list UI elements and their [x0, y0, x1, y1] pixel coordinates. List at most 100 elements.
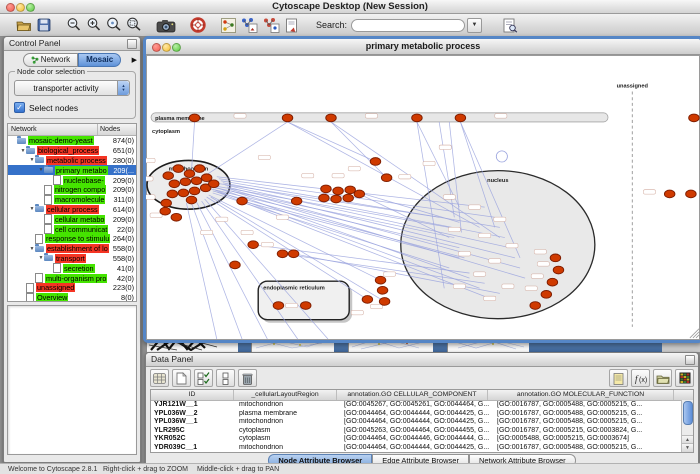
table-cell[interactable]: plasma membrane — [236, 410, 341, 419]
tree-row[interactable]: nitrogen compo209(0) — [8, 185, 136, 195]
graph-node[interactable] — [163, 172, 174, 180]
graph-node[interactable] — [331, 195, 342, 203]
annotation-nodes-alt-icon[interactable] — [260, 16, 282, 34]
network-window-title-bar[interactable]: primary metabolic process — [146, 39, 700, 55]
graph-node[interactable] — [412, 114, 423, 122]
graph-node[interactable] — [379, 298, 390, 306]
graph-node[interactable] — [178, 189, 189, 197]
table-row[interactable]: YJR121W__1mitochondrion[GO:0045267, GO:0… — [151, 401, 693, 410]
tree-row[interactable]: secretion41(0) — [8, 263, 136, 273]
table-cell[interactable]: [GO:0016787, GO:0005488, GO:0005215, G..… — [494, 418, 682, 427]
graph-node[interactable] — [530, 302, 541, 310]
graph-node[interactable] — [664, 190, 675, 198]
zoom-in-icon[interactable] — [84, 16, 104, 34]
birds-eye-view-panel[interactable] — [7, 305, 137, 455]
table-cell[interactable]: YPL036W__1 — [151, 418, 236, 427]
table-cell[interactable]: [GO:0016787, GO:0005488, GO:0005215, G..… — [494, 410, 682, 419]
function-builder-icon[interactable]: f(x) — [631, 369, 650, 387]
table-cell[interactable]: [GO:0005488, GO:0005215, GO:0003674] — [494, 435, 682, 444]
tree-row[interactable]: ▼cellular process614(0) — [8, 205, 136, 215]
unselect-attributes-icon[interactable] — [216, 369, 235, 387]
table-column-header[interactable]: annotation.GO MOLECULAR_FUNCTION — [488, 390, 674, 400]
control-panel-title-bar[interactable]: Control Panel — [4, 37, 140, 51]
table-cell[interactable]: YJR121W__1 — [151, 401, 236, 410]
annotation-nodes-icon[interactable] — [238, 16, 260, 34]
scroll-down-icon[interactable]: ▼ — [682, 443, 693, 452]
search-input[interactable] — [351, 19, 465, 32]
tree-header[interactable]: Network Nodes — [8, 124, 136, 136]
graph-node[interactable] — [288, 250, 299, 258]
zoom-out-icon[interactable] — [64, 16, 84, 34]
notepad-icon[interactable] — [609, 369, 628, 387]
graph-node[interactable] — [237, 197, 248, 205]
table-cell[interactable]: mitochondrion — [236, 444, 341, 453]
table-cell[interactable]: [GO:0016787, GO:0005215, GO:0003824, G..… — [494, 427, 682, 436]
scrollbar-thumb[interactable] — [683, 401, 693, 425]
table-row[interactable]: YKR052Ccytoplasm[GO:0044464, GO:0044446,… — [151, 435, 693, 444]
table-row[interactable]: YPL036W__2plasma membrane[GO:0044464, GO… — [151, 410, 693, 419]
graph-node[interactable] — [160, 207, 171, 215]
node-color-dropdown[interactable]: transporter activity ▲▼ — [14, 80, 130, 96]
tree-row[interactable]: ▼biological_process651(0) — [8, 146, 136, 156]
snapshot-icon[interactable] — [154, 16, 178, 34]
table-cell[interactable]: YKR052C — [151, 435, 236, 444]
tree-row[interactable]: unassigned223(0) — [8, 283, 136, 293]
graph-node[interactable] — [171, 213, 182, 221]
tree-col-network[interactable]: Network — [8, 124, 98, 135]
table-cell[interactable]: mitochondrion — [236, 418, 341, 427]
graph-node[interactable] — [326, 114, 337, 122]
attribute-matrix-icon[interactable] — [675, 369, 694, 387]
graph-node[interactable] — [686, 190, 697, 198]
tab-mosaic[interactable]: Mosaic — [78, 53, 121, 67]
graph-node[interactable] — [248, 241, 259, 249]
graph-node[interactable] — [689, 114, 700, 122]
import-attributes-icon[interactable] — [653, 369, 672, 387]
tree-col-nodes[interactable]: Nodes — [98, 124, 136, 135]
graph-node[interactable] — [333, 187, 344, 195]
table-cell[interactable]: YLR295C — [151, 427, 236, 436]
delete-attribute-icon[interactable] — [238, 369, 257, 387]
graph-node[interactable] — [547, 278, 558, 286]
graph-node[interactable] — [273, 302, 284, 310]
tree-row[interactable]: ▼metabolic process280(0) — [8, 156, 136, 166]
tree-row[interactable]: mosaic-demo-yeast874(0) — [8, 136, 136, 146]
zoom-selected-icon[interactable] — [104, 16, 124, 34]
table-cell[interactable]: [GO:0045263, GO:0044464, GO:0044455, G..… — [341, 427, 494, 436]
graph-node[interactable] — [161, 199, 172, 207]
tree-row[interactable]: macromolecule311(0) — [8, 195, 136, 205]
table-cell[interactable]: cytoplasm — [236, 435, 341, 444]
tree-row[interactable]: response to stimulu264(0) — [8, 234, 136, 244]
graph-node[interactable] — [553, 266, 564, 274]
table-cell[interactable]: [GO:0016787, GO:0005488, GO:0005215, G..… — [494, 401, 682, 410]
graph-node[interactable] — [230, 261, 241, 269]
tree-row[interactable]: nucleobase-209(0) — [8, 175, 136, 185]
table-column-header[interactable]: _cellularLayoutRegion — [234, 390, 337, 400]
table-cell[interactable]: [GO:0016787, GO:0005488, GO:0005215, G..… — [494, 444, 682, 453]
graph-node[interactable] — [277, 250, 288, 258]
graph-node[interactable] — [282, 114, 293, 122]
graph-node[interactable] — [191, 177, 202, 185]
graph-node[interactable] — [343, 194, 354, 202]
graph-node[interactable] — [455, 114, 466, 122]
tree-row[interactable]: multi-organism pro42(0) — [8, 273, 136, 283]
table-cell[interactable]: YPL036W__2 — [151, 410, 236, 419]
tree-row[interactable]: cellular metabo209(0) — [8, 214, 136, 224]
network-canvas[interactable]: plasma membranecytoplasmmitochondrionnuc… — [146, 55, 700, 340]
zoom-fit-icon[interactable] — [124, 16, 144, 34]
table-column-header[interactable]: ID — [151, 390, 234, 400]
graph-node[interactable] — [362, 296, 373, 304]
help-icon[interactable] — [188, 16, 208, 34]
tab-network[interactable]: Network — [23, 53, 78, 67]
graph-node[interactable] — [381, 174, 392, 182]
table-column-header[interactable]: annotation.GO CELLULAR_COMPONENT — [337, 390, 488, 400]
save-icon[interactable] — [34, 16, 54, 34]
graph-node[interactable] — [184, 170, 195, 178]
tree-row[interactable]: ▼transport558(0) — [8, 254, 136, 264]
graph-node[interactable] — [173, 165, 184, 173]
graph-node[interactable] — [169, 180, 180, 188]
graph-node[interactable] — [291, 197, 302, 205]
float-panel-icon[interactable] — [685, 355, 695, 365]
table-cell[interactable]: YDR039C__1 — [151, 444, 236, 453]
advanced-search-icon[interactable] — [500, 16, 520, 34]
graph-node[interactable] — [186, 196, 197, 204]
